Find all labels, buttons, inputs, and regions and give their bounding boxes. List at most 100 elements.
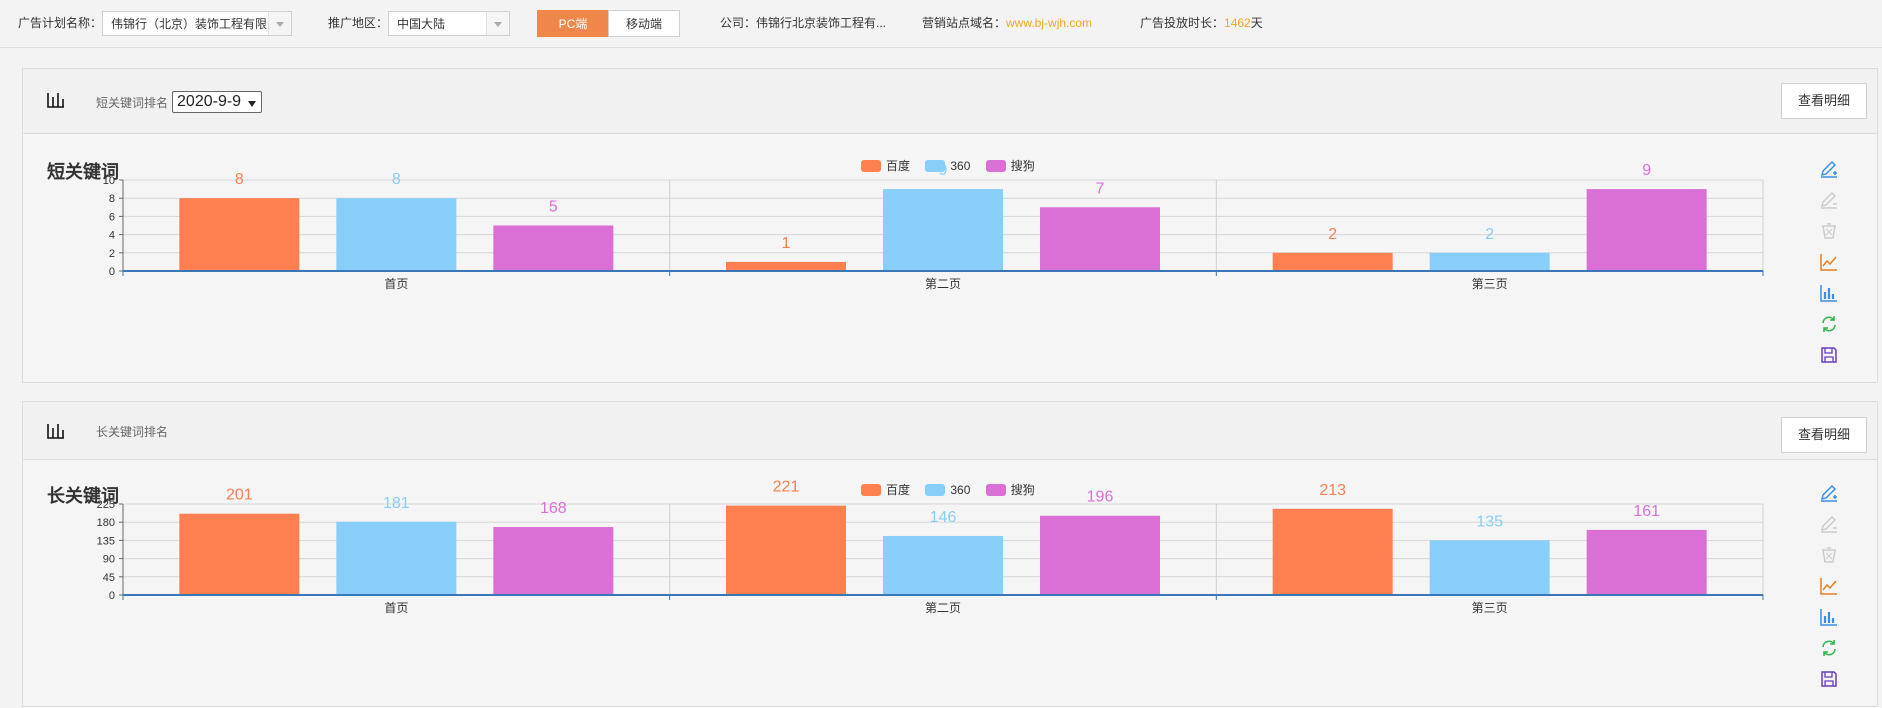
chevron-down-icon (268, 12, 292, 36)
duration-label: 广告投放时长： (1140, 16, 1225, 30)
y-tick-label: 45 (103, 572, 115, 584)
y-tick-label: 4 (109, 230, 115, 242)
panel-header: 短关键词排名 2020-9-9 查看明细 (23, 69, 1877, 134)
save-icon[interactable] (1819, 669, 1839, 689)
panel-title-text: 长关键词排名 (96, 425, 169, 439)
bar (179, 198, 300, 271)
x-tick-label: 首页 (384, 277, 408, 291)
edit-pen-disabled-icon (1820, 191, 1837, 209)
bar-value-label: 146 (930, 509, 957, 526)
panel-title-text: 短关键词排名 (96, 96, 169, 111)
pc-tab[interactable]: PC端 (537, 10, 609, 37)
duration-unit: 天 (1250, 16, 1263, 30)
bar (493, 527, 614, 595)
bar (493, 225, 614, 271)
region-select[interactable]: 中国大陆 (388, 11, 511, 37)
bar-value-label: 1 (782, 235, 791, 252)
bar (1040, 207, 1160, 271)
edit-pen-disabled-icon (1820, 515, 1837, 533)
y-tick-label: 6 (109, 211, 115, 223)
y-tick-label: 8 (109, 193, 115, 205)
y-tick-label: 10 (103, 175, 115, 187)
long-keyword-panel: 长关键词排名 查看明细 长关键词 百度 360 搜狗 0 45 90 135 180 22… (22, 401, 1878, 707)
edit-pen-icon[interactable] (1819, 159, 1839, 179)
bar-chart-icon[interactable] (1819, 283, 1839, 303)
mobile-tab[interactable]: 移动端 (608, 10, 680, 37)
bar-value-label: 8 (392, 171, 401, 188)
bar (1586, 529, 1707, 595)
bar-value-label: 201 (226, 487, 253, 504)
bar (1040, 515, 1160, 595)
plan-label: 广告计划名称： (18, 16, 103, 30)
bar (336, 521, 457, 595)
bar-value-label: 7 (1096, 180, 1105, 197)
bar-value-label: 135 (1476, 513, 1503, 530)
bar-value-label: 213 (1319, 482, 1346, 499)
bar-chart-icon (47, 93, 64, 108)
plan-select[interactable]: 伟锦行（北京）装饰工程有限公 (102, 11, 293, 37)
top-filter-bar: 广告计划名称： 伟锦行（北京）装饰工程有限公 推广地区： 中国大陆 PC端 移动端 公… (0, 0, 1882, 48)
bar (1429, 540, 1550, 595)
y-tick-label: 2 (109, 248, 115, 260)
bar-value-label: 168 (540, 500, 567, 517)
chart-toolbox (1819, 483, 1839, 700)
bar-value-label: 9 (1642, 162, 1651, 179)
bar (336, 198, 457, 271)
view-detail-button[interactable]: 查看明细 (1781, 417, 1867, 453)
x-tick-label: 第三页 (1472, 277, 1508, 291)
y-tick-label: 0 (109, 266, 115, 278)
date-select[interactable]: 2020-9-9 (172, 91, 263, 113)
bar-value-label: 9 (939, 162, 948, 179)
bar-value-label: 2 (1485, 226, 1494, 243)
view-detail-button[interactable]: 查看明细 (1781, 83, 1867, 119)
bar-value-label: 196 (1087, 489, 1114, 506)
region-filter: 推广地区： 中国大陆 (328, 10, 511, 37)
date-select-value: 2020-9-9 (177, 93, 242, 110)
save-icon[interactable] (1819, 345, 1839, 365)
bar (1429, 252, 1550, 271)
chevron-down-icon (248, 101, 257, 107)
domain-link[interactable]: www.bj-wjh.com (1006, 16, 1092, 30)
bar (1272, 508, 1393, 595)
line-chart-icon[interactable] (1819, 252, 1839, 272)
company-value: 伟锦行北京装饰工程有... (756, 16, 887, 30)
panel-header: 长关键词排名 查看明细 (23, 402, 1877, 460)
bar-value-label: 221 (773, 479, 800, 496)
bar-value-label: 8 (235, 171, 244, 188)
domain-info: 营销站点域名：www.bj-wjh.com (922, 10, 1092, 37)
x-tick-label: 第三页 (1472, 601, 1508, 615)
x-tick-label: 第二页 (925, 601, 961, 615)
bar-value-label: 161 (1633, 503, 1660, 520)
bar (883, 189, 1003, 271)
refresh-icon[interactable] (1819, 638, 1839, 658)
y-tick-label: 225 (97, 499, 115, 511)
erase-disabled-icon (1822, 223, 1836, 239)
company-label: 公司： (720, 16, 757, 30)
x-tick-label: 第二页 (925, 277, 961, 291)
long-keyword-chart: 0 45 90 135 180 225 201 181 168 首页 221 146 196 第二页 213… (97, 479, 1764, 615)
refresh-icon[interactable] (1819, 314, 1839, 334)
bar (179, 513, 300, 595)
bar (1586, 189, 1707, 271)
y-tick-label: 135 (97, 535, 115, 547)
y-tick-label: 180 (97, 517, 115, 529)
panel-title: 短关键词排名 2020-9-9 (96, 91, 263, 115)
y-tick-label: 90 (103, 554, 115, 566)
chevron-down-icon (486, 12, 510, 36)
duration-value: 1462 (1224, 16, 1251, 30)
plan-filter: 广告计划名称： 伟锦行（北京）装饰工程有限公 (18, 10, 293, 37)
bar-chart-icon[interactable] (1819, 607, 1839, 627)
x-tick-label: 首页 (384, 601, 408, 615)
panel-title: 长关键词排名 (96, 423, 168, 440)
erase-disabled-icon (1822, 547, 1836, 563)
y-tick-label: 0 (109, 590, 115, 602)
bar (726, 505, 846, 595)
line-chart-icon[interactable] (1819, 576, 1839, 596)
bar (1272, 252, 1393, 271)
bar-value-label: 5 (549, 199, 558, 216)
company-info: 公司：伟锦行北京装饰工程有... (720, 10, 886, 37)
plan-select-value: 伟锦行（北京）装饰工程有限公 (111, 17, 280, 32)
edit-pen-icon[interactable] (1819, 483, 1839, 503)
region-label: 推广地区： (328, 16, 389, 30)
bar (726, 261, 846, 271)
